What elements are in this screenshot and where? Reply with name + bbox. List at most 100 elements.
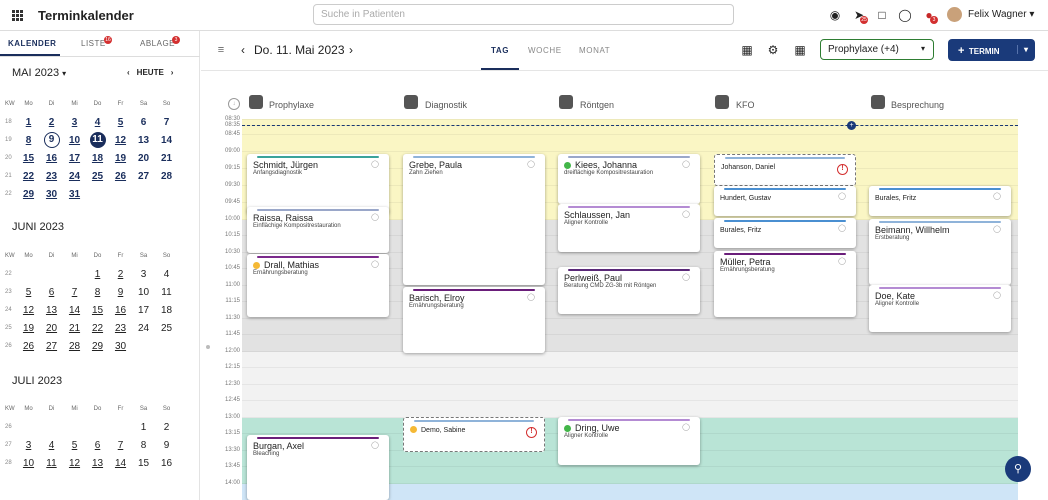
dropdown-arrow-icon[interactable]: ▾ [1016,45,1028,54]
calendar-day[interactable]: 20 [40,323,63,334]
calendar-day[interactable]: 11 [86,132,109,148]
calendar-day[interactable]: 1 [17,117,40,128]
calendar-day[interactable]: 3 [132,269,155,280]
appointment-card[interactable]: Raissa, Raissa Einflächige Kompositrestau… [247,207,389,253]
calendar-day[interactable]: 19 [109,153,132,164]
calendar-day[interactable]: 15 [86,305,109,316]
calendar-day[interactable]: 10 [17,458,40,469]
calendar-day[interactable]: 13 [86,458,109,469]
calendar-day[interactable]: 1 [86,269,109,280]
calendar-day[interactable]: 3 [17,440,40,451]
appointment-card[interactable]: Demo, Sabine! [403,417,545,452]
calendar-day[interactable]: 25 [86,171,109,182]
calendar-day[interactable]: 14 [155,135,178,146]
calendar-day[interactable]: 12 [109,135,132,146]
calendar-day[interactable]: 17 [63,153,86,164]
calendar-day[interactable]: 28 [155,171,178,182]
calendar-day[interactable]: 18 [86,153,109,164]
tab-kalender[interactable]: KALENDER [8,39,56,48]
calendar-day[interactable]: 28 [63,341,86,352]
appointment-card[interactable]: Burales, Fritz ◯ [714,218,856,248]
patient-search-input[interactable]: Suche in Patienten [313,4,734,25]
calendar-day[interactable]: 9 [109,287,132,298]
calendar-day[interactable]: 31 [63,189,86,200]
calendar-day[interactable]: 8 [17,135,40,146]
dashboard-icon[interactable]: ▦ [793,43,807,57]
appointment-card[interactable]: Barisch, Elroy Ernährungsberatung ◯ [403,287,545,353]
chat-icon[interactable]: ◯ [898,8,912,22]
appointment-card[interactable]: Burgan, Axel Bleaching ◯ [247,435,389,500]
appointment-card[interactable]: Schmidt, Jürgen Anfangsdiagnostik ◯ [247,154,389,214]
calendar-day[interactable]: 23 [109,323,132,334]
appointment-card[interactable]: Hundert, Gustav ◯ [714,186,856,216]
calendar-day[interactable]: 30 [109,341,132,352]
calendar-day[interactable]: 6 [86,440,109,451]
calendar-day[interactable]: 17 [132,305,155,316]
calendar-day[interactable]: 2 [40,117,63,128]
calendar-day[interactable]: 16 [155,458,178,469]
appointment-card[interactable]: Beimann, Willhelm Erstberatung ◯ [869,219,1011,285]
calendar-day[interactable]: 16 [40,153,63,164]
calendar-day[interactable]: 21 [155,153,178,164]
calendar-day[interactable]: 15 [132,458,155,469]
calendar-day[interactable]: 8 [86,287,109,298]
tab-ablage[interactable]: ABLAGE [140,39,175,48]
prev-month-icon[interactable]: ‹ [127,68,130,77]
prev-day-icon[interactable]: ‹ [236,43,250,57]
tab-monat[interactable]: MONAT [579,46,610,55]
tab-tag[interactable]: TAG [491,46,509,55]
calendar-day[interactable]: 7 [155,117,178,128]
calendar-day[interactable]: 22 [86,323,109,334]
calendar-day[interactable]: 16 [109,305,132,316]
calendar-day[interactable]: 14 [63,305,86,316]
appointment-card[interactable]: Müller, Petra Ernährungsberatung ◯ [714,251,856,317]
calendar-day[interactable]: 18 [155,305,178,316]
tab-woche[interactable]: WOCHE [528,46,562,55]
calendar-day[interactable]: 9 [40,132,63,148]
calendar-day[interactable]: 8 [132,440,155,451]
new-appointment-button[interactable]: + TERMIN ▾ [948,39,1035,61]
next-day-icon[interactable]: › [344,43,358,57]
calendar-day[interactable]: 26 [109,171,132,182]
appointment-card[interactable]: Schlaussen, Jan Aligner Kontrolle ◯ [558,204,700,252]
calendar-day[interactable]: 2 [155,422,178,433]
calendar-day[interactable]: 6 [40,287,63,298]
calendar-day[interactable]: 27 [132,171,155,182]
calendar-day[interactable]: 6 [132,117,155,128]
appointment-card[interactable]: Dring, Uwe Aligner Kontrolle ◯ [558,417,700,465]
calendar-day[interactable]: 22 [17,171,40,182]
calendar-day[interactable]: 5 [17,287,40,298]
calendar-day[interactable]: 20 [132,153,155,164]
calendar-day[interactable]: 7 [109,440,132,451]
today-button[interactable]: HEUTE [137,68,164,77]
apps-grid-icon[interactable] [12,10,23,21]
calendar-day[interactable]: 9 [155,440,178,451]
calendar-day[interactable]: 11 [155,287,178,298]
calendar-day[interactable]: 25 [155,323,178,334]
calendar-day[interactable]: 10 [63,135,86,146]
calendar-day[interactable]: 29 [17,189,40,200]
calendar-day[interactable]: 5 [109,117,132,128]
search-fab[interactable]: ⚲ [1005,456,1031,482]
calendar-day[interactable]: 29 [86,341,109,352]
report-icon[interactable]: ▦ [740,43,754,57]
user-menu[interactable]: Felix Wagner ▾ [968,9,1034,20]
calendar-day[interactable]: 14 [109,458,132,469]
appointment-card[interactable]: Kiees, Johanna dreiflächige Kompositresta… [558,154,700,204]
calendar-day[interactable]: 1 [132,422,155,433]
appointment-card[interactable]: Grebe, Paula Zahn Ziehen ◯ [403,154,545,285]
month-title-may[interactable]: MAI 2023 ▾ [12,67,66,79]
calendar-day[interactable]: 26 [17,341,40,352]
appointment-card[interactable]: Drall, Mathias Ernährungsberatung ◯ [247,254,389,317]
calendar-day[interactable]: 12 [63,458,86,469]
calendar-day[interactable]: 12 [17,305,40,316]
calendar-day[interactable]: 27 [40,341,63,352]
calendar-day[interactable]: 23 [40,171,63,182]
appointment-card[interactable]: Perlweiß, Paul Beratung CMD ZG-3b mit Rön… [558,267,700,314]
avatar[interactable] [947,7,962,22]
calendar-day[interactable]: 5 [63,440,86,451]
calendar-day[interactable]: 4 [86,117,109,128]
calendar-day[interactable]: 24 [132,323,155,334]
calendar-day[interactable]: 4 [155,269,178,280]
tab-liste[interactable]: LISTE [81,39,106,48]
